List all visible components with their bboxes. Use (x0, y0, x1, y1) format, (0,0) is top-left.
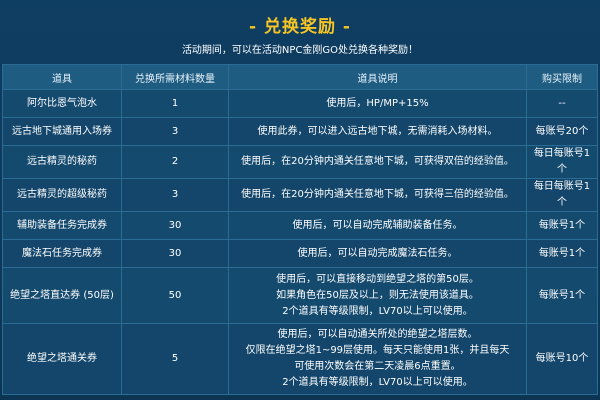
column-header-desc: 道具说明 (229, 65, 526, 89)
row-item: 远古地下城通用入场券 (3, 118, 121, 145)
desc-line: 2个道具有等级限制，LV70以上可以使用。 (282, 305, 473, 317)
desc-line: 使用后，可以自动通关所处的绝望之塔层数。 (277, 329, 478, 340)
table-header-row: 道具 兑换所需材料数量 道具说明 购买限制 (3, 65, 597, 89)
row-item: 绝望之塔通关券 (3, 324, 121, 394)
desc-line: 使用后，可以自动完成辅助装备任务。 (292, 219, 463, 231)
row-desc: 使用后，可以直接移动到绝望之塔的第50层。 如果角色在50层及以上，则无法使用该… (229, 268, 526, 323)
row-desc: 使用此券，可以进入远古地下城，无需消耗入场材料。 (229, 118, 526, 145)
desc-line: 使用后，在20分钟内通关任意地下城，可获得三倍的经验值。 (241, 189, 514, 200)
row-limit: 每账号1个 (527, 268, 597, 323)
row-qty: 30 (122, 240, 228, 267)
row-qty: 30 (122, 212, 228, 239)
table-row: 远古地下城通用入场券 3 使用此券，可以进入远古地下城，无需消耗入场材料。 每账… (3, 118, 597, 145)
desc-line: 可使用次数会在第二天凌晨6点重置。 (294, 361, 461, 372)
row-desc: 使用后，可以自动通关所处的绝望之塔层数。 仅限在绝望之塔1~99层使用。每天只能… (229, 324, 526, 394)
table-row: 绝望之塔直达券 (50层) 50 使用后，可以直接移动到绝望之塔的第50层。 如… (3, 268, 597, 323)
table-row: 辅助装备任务完成券 30 使用后，可以自动完成辅助装备任务。 每账号1个 (3, 212, 597, 239)
row-desc: 使用后，可以自动完成辅助装备任务。 (229, 212, 526, 239)
row-qty: 3 (122, 118, 228, 145)
row-desc: 使用后，可以自动完成魔法石任务。 (229, 240, 526, 267)
column-header-qty: 兑换所需材料数量 (122, 65, 228, 89)
desc-line: 使用后，可以自动完成魔法石任务。 (297, 247, 458, 259)
row-desc: 使用后，HP/MP+15% (229, 90, 526, 117)
row-limit: 每账号1个 (527, 240, 597, 267)
row-item: 魔法石任务完成券 (3, 240, 121, 267)
row-desc: 使用后，在20分钟内通关任意地下城，可获得三倍的经验值。 (229, 179, 526, 211)
row-item: 阿尔比恩气泡水 (3, 90, 121, 117)
table-row: 魔法石任务完成券 30 使用后，可以自动完成魔法石任务。 每账号1个 (3, 240, 597, 267)
row-limit: 每账号20个 (527, 118, 597, 145)
desc-line: 使用后，在20分钟内通关任意地下城，可获得双倍的经验值。 (241, 156, 514, 167)
reward-exchange-panel: - 兑换奖励 - 活动期间，可以在活动NPC金刚GO处兑换各种奖励！ 道具 兑换… (0, 0, 600, 400)
reward-table: 道具 兑换所需材料数量 道具说明 购买限制 阿尔比恩气泡水 1 使用后，HP/M… (2, 64, 598, 395)
row-item: 远古精灵的超级秘药 (3, 179, 121, 211)
row-qty: 1 (122, 90, 228, 117)
row-qty: 5 (122, 324, 228, 394)
table-row: 阿尔比恩气泡水 1 使用后，HP/MP+15% -- (3, 90, 597, 117)
table-row: 远古精灵的超级秘药 3 使用后，在20分钟内通关任意地下城，可获得三倍的经验值。… (3, 179, 597, 211)
desc-line: 2个道具有等级限制，LV70以上可以使用。 (282, 377, 473, 388)
row-qty: 3 (122, 179, 228, 211)
desc-line: 仅限在绝望之塔1~99层使用。每天只能使用1张，并且每天 (245, 345, 510, 356)
page-subtitle: 活动期间，可以在活动NPC金刚GO处兑换各种奖励！ (181, 45, 419, 56)
column-header-limit: 购买限制 (527, 65, 597, 89)
row-limit: -- (527, 90, 597, 117)
row-limit: 每日每账号1个 (527, 179, 597, 211)
page-title: - 兑换奖励 - (249, 17, 351, 37)
row-desc: 使用后，在20分钟内通关任意地下城，可获得双倍的经验值。 (229, 146, 526, 178)
table-row: 远古精灵的秘药 2 使用后，在20分钟内通关任意地下城，可获得双倍的经验值。 每… (3, 146, 597, 178)
row-limit: 每账号1个 (527, 212, 597, 239)
row-qty: 2 (122, 146, 228, 178)
desc-line: 使用此券，可以进入远古地下城，无需消耗入场材料。 (257, 125, 498, 137)
row-limit: 每日每账号1个 (527, 146, 597, 178)
desc-line: 如果角色在50层及以上，则无法使用该道具。 (276, 289, 479, 301)
row-item: 绝望之塔直达券 (50层) (3, 268, 121, 323)
column-header-item: 道具 (3, 65, 121, 89)
row-limit: 每账号10个 (527, 324, 597, 394)
desc-line: 使用后，HP/MP+15% (326, 97, 429, 109)
desc-line: 使用后，可以直接移动到绝望之塔的第50层。 (276, 273, 479, 285)
row-item: 辅助装备任务完成券 (3, 212, 121, 239)
row-item: 远古精灵的秘药 (3, 146, 121, 178)
row-qty: 50 (122, 268, 228, 323)
table-row: 绝望之塔通关券 5 使用后，可以自动通关所处的绝望之塔层数。 仅限在绝望之塔1~… (3, 324, 597, 394)
